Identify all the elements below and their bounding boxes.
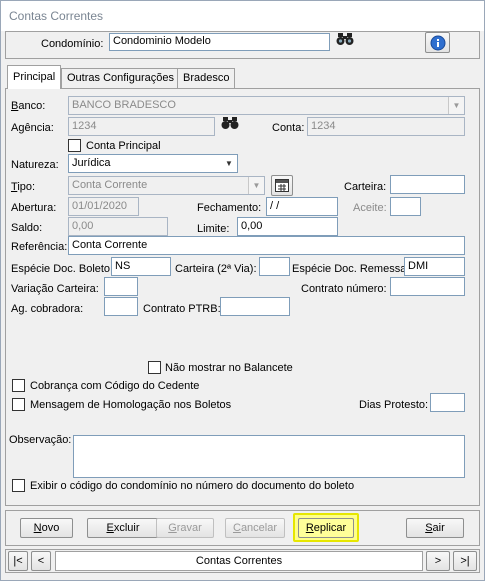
first-record-button[interactable]: |<	[8, 551, 28, 571]
agencia-search-icon[interactable]	[219, 116, 241, 136]
ag-cobradora-field[interactable]	[104, 297, 138, 316]
gravar-button[interactable]: Gravar	[156, 518, 214, 538]
tipo-config-button[interactable]	[271, 175, 293, 196]
novo-button[interactable]: Novo	[20, 518, 73, 538]
abertura-field[interactable]: 01/01/2020	[68, 197, 139, 216]
nao-mostrar-balancete-label: Não mostrar no Balancete	[165, 362, 293, 374]
conta-label: Conta:	[272, 122, 305, 134]
observacao-label: Observação:	[9, 434, 72, 446]
variacao-carteira-label: Variação Carteira:	[11, 283, 99, 295]
next-record-button[interactable]: >	[426, 551, 450, 571]
last-record-button[interactable]: >|	[453, 551, 477, 571]
chevron-down-icon: ▼	[448, 97, 464, 114]
observacao-textarea[interactable]	[73, 435, 465, 478]
cobranca-codigo-cedente-label: Cobrança com Código do Cedente	[30, 380, 200, 392]
saldo-field[interactable]: 0,00	[68, 217, 168, 236]
nao-mostrar-balancete-checkbox[interactable]	[148, 361, 161, 374]
condominio-label: Condomínio:	[41, 38, 104, 50]
especie-boleto-field[interactable]: NS	[111, 257, 171, 276]
mensagem-homologacao-label: Mensagem de Homologação nos Boletos	[30, 399, 232, 411]
calendar-icon	[275, 179, 289, 192]
dias-protesto-field[interactable]	[430, 393, 465, 412]
prev-record-button[interactable]: <	[31, 551, 51, 571]
fechamento-field[interactable]: / /	[266, 197, 338, 216]
tab-principal[interactable]: Principal	[7, 65, 62, 89]
saldo-label: Saldo:	[11, 222, 43, 234]
contrato-ptrb-field[interactable]	[220, 297, 290, 316]
natureza-select[interactable]: Jurídica ▼	[68, 154, 238, 173]
carteira-field[interactable]	[390, 175, 465, 194]
window-title: Contas Correntes	[9, 9, 104, 23]
tab-bradesco[interactable]: Bradesco	[177, 68, 236, 88]
limite-label: Limite:	[197, 223, 230, 235]
title-bar: Contas Correntes	[1, 1, 484, 31]
window: Contas Correntes Condomínio: Condominio …	[0, 0, 485, 581]
conta-field[interactable]: 1234	[307, 117, 465, 136]
tipo-label: Tipo:	[11, 181, 36, 193]
info-button[interactable]	[425, 32, 450, 53]
referencia-label: Referência:	[11, 241, 68, 253]
carteira-2via-field[interactable]	[259, 257, 290, 276]
ag-cobradora-label: Ag. cobradora:	[11, 303, 84, 315]
variacao-carteira-field[interactable]	[104, 277, 138, 296]
navigator-label: Contas Correntes	[55, 551, 423, 571]
tipo-select[interactable]: Conta Corrente ▼	[68, 176, 265, 195]
contrato-numero-field[interactable]	[390, 277, 465, 296]
limite-field[interactable]: 0,00	[237, 217, 338, 236]
info-icon	[430, 35, 445, 51]
conta-principal-checkbox[interactable]	[68, 139, 81, 152]
contrato-ptrb-label: Contrato PTRB:	[143, 303, 221, 315]
excluir-button[interactable]: Excluir	[87, 518, 159, 538]
tab-outras-configuracoes[interactable]: Outras Configurações	[61, 68, 180, 88]
agencia-label: Agência:	[11, 122, 54, 134]
carteira-2via-label: Carteira (2ª Via):	[175, 263, 257, 275]
chevron-down-icon: ▼	[221, 155, 237, 172]
binoculars-icon[interactable]	[334, 32, 356, 52]
abertura-label: Abertura:	[11, 202, 57, 214]
banco-value: BANCO BRADESCO	[72, 99, 176, 111]
exibir-codigo-label: Exibir o código do condomínio no número …	[30, 480, 355, 492]
tipo-value: Conta Corrente	[72, 179, 148, 191]
aceite-field[interactable]	[390, 197, 421, 216]
dias-protesto-label: Dias Protesto:	[359, 399, 429, 411]
mensagem-homologacao-checkbox[interactable]	[12, 398, 25, 411]
natureza-value: Jurídica	[72, 157, 111, 169]
condominio-field[interactable]: Condominio Modelo	[109, 33, 330, 51]
agencia-field[interactable]: 1234	[68, 117, 215, 136]
conta-principal-label: Conta Principal	[86, 140, 161, 152]
natureza-label: Natureza:	[11, 159, 59, 171]
banco-label: Banco:	[11, 100, 46, 112]
aceite-label: Aceite:	[353, 202, 387, 214]
chevron-down-icon: ▼	[248, 177, 264, 194]
replicar-button[interactable]: Replicar	[298, 518, 354, 538]
contrato-numero-label: Contrato número:	[301, 283, 387, 295]
exibir-codigo-checkbox[interactable]	[12, 479, 25, 492]
cobranca-codigo-cedente-checkbox[interactable]	[12, 379, 25, 392]
sair-button[interactable]: Sair	[406, 518, 464, 538]
especie-remessa-label: Espécie Doc. Remessa:	[292, 263, 410, 275]
especie-remessa-field[interactable]: DMI	[404, 257, 465, 276]
carteira-label: Carteira:	[344, 181, 387, 193]
fechamento-label: Fechamento:	[197, 202, 262, 214]
banco-select[interactable]: BANCO BRADESCO ▼	[68, 96, 465, 115]
cancelar-button[interactable]: Cancelar	[225, 518, 285, 538]
referencia-field[interactable]: Conta Corrente	[68, 236, 465, 255]
especie-boleto-label: Espécie Doc. Boleto:	[11, 263, 114, 275]
